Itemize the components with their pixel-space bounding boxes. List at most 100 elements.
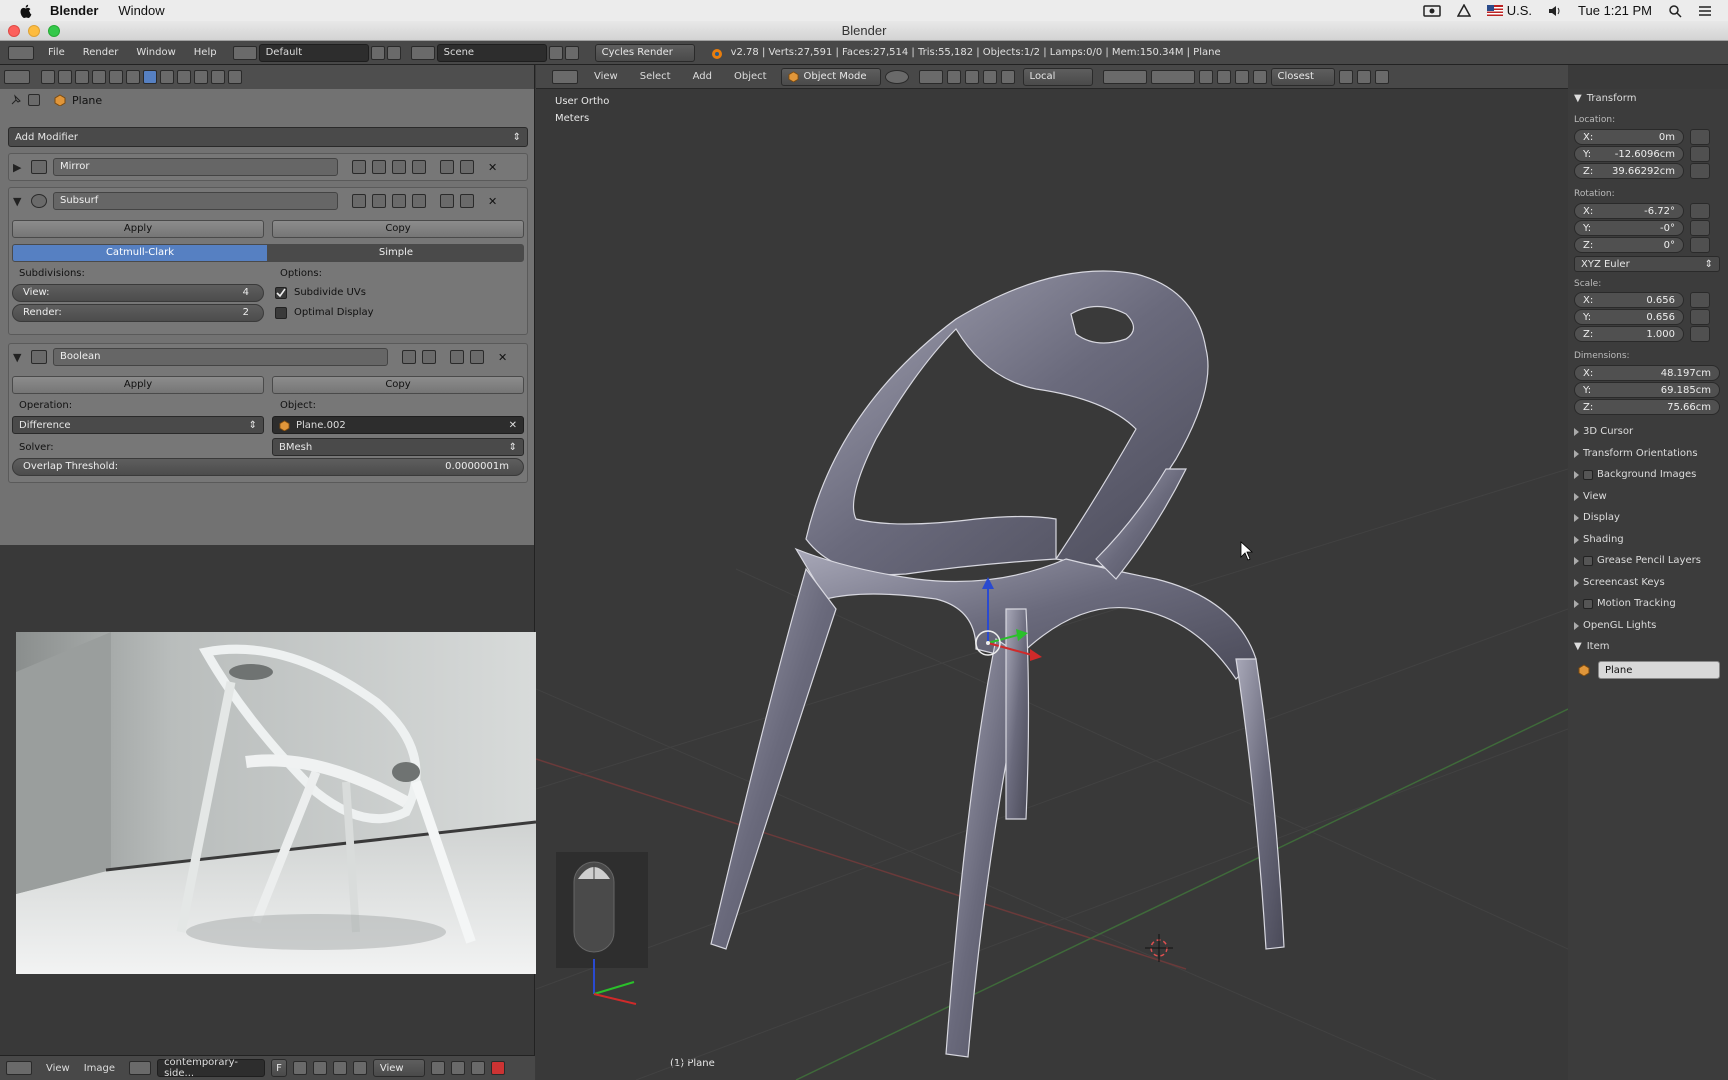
transform-panel-header[interactable]: ▼ Transform (1574, 93, 1636, 104)
notification-center-icon[interactable] (1698, 5, 1712, 17)
location-x-field[interactable]: X: 0m (1574, 129, 1684, 145)
material-tab-icon[interactable] (177, 70, 191, 84)
motion-tracking-checkbox[interactable] (1583, 598, 1593, 609)
browse-image-icon[interactable] (129, 1061, 152, 1075)
delete-modifier-icon[interactable]: ✕ (498, 351, 507, 364)
collapse-arrow-icon[interactable]: ▼ (13, 351, 25, 364)
layers-grid-2-icon[interactable] (1150, 69, 1195, 84)
volume-icon[interactable] (1548, 4, 1562, 18)
panel-display[interactable]: Display (1574, 512, 1620, 523)
scale-z-field[interactable]: Z: 1.000 (1574, 326, 1684, 342)
delete-modifier-icon[interactable]: ✕ (488, 161, 497, 174)
remove-layout-icon[interactable] (386, 45, 401, 60)
pivot-point-icon[interactable] (918, 69, 943, 84)
render-layers-tab-icon[interactable] (58, 70, 72, 84)
menu-window[interactable]: Window (136, 47, 175, 58)
lock-rotation-x-icon[interactable] (1690, 203, 1710, 219)
add-scene-icon[interactable] (548, 45, 563, 60)
add-modifier-dropdown[interactable]: Add Modifier ⇕ (8, 127, 528, 147)
scale-y-field[interactable]: Y: 0.656 (1574, 309, 1684, 325)
subdivide-uvs-checkbox[interactable] (275, 287, 287, 299)
remove-scene-icon[interactable] (564, 45, 579, 60)
background-images-checkbox[interactable] (1583, 469, 1593, 480)
input-source-menu[interactable]: U.S. (1486, 3, 1532, 18)
image-view-select[interactable]: View (372, 1059, 425, 1077)
scene-field[interactable]: Scene (436, 43, 547, 62)
dimensions-z-field[interactable]: Z: 75.66cm (1574, 399, 1720, 415)
object-field[interactable]: Plane.002 ✕ (272, 416, 524, 434)
image-menu-view[interactable]: View (46, 1063, 70, 1074)
render-preview-icon[interactable] (1338, 69, 1353, 84)
uv-sync-icon[interactable] (430, 1061, 445, 1075)
render-levels-field[interactable]: Render: 2 (12, 304, 264, 322)
opengl-anim-icon[interactable] (1374, 69, 1389, 84)
lock-location-z-icon[interactable] (1690, 163, 1710, 179)
render-tab-icon[interactable] (41, 70, 55, 84)
delete-modifier-icon[interactable]: ✕ (488, 195, 497, 208)
menu-window[interactable]: Window (118, 3, 164, 18)
lock-rotation-y-icon[interactable] (1690, 220, 1710, 236)
item-name-field[interactable]: Plane (1598, 661, 1720, 679)
viewport-toggle-icon[interactable] (372, 160, 386, 174)
panel-view[interactable]: View (1574, 491, 1607, 502)
scale-icon[interactable] (1000, 69, 1015, 84)
unlink-image-icon[interactable] (332, 1061, 347, 1075)
catmull-clark-button[interactable]: Catmull-Clark (12, 244, 268, 262)
world-tab-icon[interactable] (92, 70, 106, 84)
apple-icon[interactable] (18, 3, 34, 19)
image-menu-image[interactable]: Image (84, 1063, 115, 1074)
viewport-menu-object[interactable]: Object (734, 71, 767, 82)
zoom-window-button[interactable] (48, 25, 60, 37)
boolean-modifier-name[interactable]: Boolean (53, 348, 388, 366)
manipulator-toggle-icon[interactable] (946, 69, 961, 84)
image-name-field[interactable]: contemporary-side... (157, 1057, 266, 1079)
move-down-icon[interactable] (470, 350, 484, 364)
clear-field-icon[interactable]: ✕ (509, 420, 517, 431)
subsurf-apply-button[interactable]: Apply (12, 220, 264, 238)
move-down-icon[interactable] (460, 160, 474, 174)
snap-toggle-icon[interactable] (1234, 69, 1249, 84)
optimal-display-checkbox[interactable] (275, 307, 287, 319)
viewport-toggle-icon[interactable] (372, 194, 386, 208)
lock-scale-z-icon[interactable] (1690, 326, 1710, 342)
rotation-x-field[interactable]: X: -6.72° (1574, 203, 1684, 219)
open-image-icon[interactable] (312, 1061, 327, 1075)
dimensions-y-field[interactable]: Y: 69.185cm (1574, 382, 1720, 398)
lock-location-x-icon[interactable] (1690, 129, 1710, 145)
app-menu[interactable]: Blender (50, 3, 98, 18)
viewport-shading-icon[interactable] (884, 69, 909, 84)
modifiers-tab-icon[interactable] (143, 70, 157, 84)
editor-type-properties-icon[interactable] (4, 70, 30, 84)
particles-tab-icon[interactable] (211, 70, 225, 84)
editmode-toggle-icon[interactable] (392, 160, 406, 174)
move-up-icon[interactable] (440, 194, 454, 208)
record-icon[interactable] (490, 1061, 505, 1075)
screen-layout-icon[interactable] (232, 45, 257, 60)
grease-pencil-checkbox[interactable] (1583, 555, 1593, 566)
physics-tab-icon[interactable] (228, 70, 242, 84)
scene-tab-icon[interactable] (75, 70, 89, 84)
render-engine-select[interactable]: Cycles Render (594, 43, 695, 62)
data-tab-icon[interactable] (160, 70, 174, 84)
scale-x-field[interactable]: X: 0.656 (1574, 292, 1684, 308)
layers-grid-icon[interactable] (1102, 69, 1147, 84)
panel-shading[interactable]: Shading (1574, 534, 1624, 545)
move-up-icon[interactable] (450, 350, 464, 364)
panel-motion-tracking[interactable]: Motion Tracking (1574, 598, 1676, 609)
viewport-menu-select[interactable]: Select (640, 71, 671, 82)
dimensions-x-field[interactable]: X: 48.197cm (1574, 365, 1720, 381)
lock-location-y-icon[interactable] (1690, 146, 1710, 162)
scopes-icon[interactable] (470, 1061, 485, 1075)
location-z-field[interactable]: Z: 39.66292cm (1574, 163, 1684, 179)
cage-toggle-icon[interactable] (412, 194, 426, 208)
editor-type-info-icon[interactable] (8, 45, 34, 60)
subsurf-modifier-name[interactable]: Subsurf (53, 192, 338, 210)
rotation-z-field[interactable]: Z: 0° (1574, 237, 1684, 253)
editmode-toggle-icon[interactable] (392, 194, 406, 208)
add-layout-icon[interactable] (370, 45, 385, 60)
drive-icon[interactable] (1456, 3, 1471, 18)
menu-file[interactable]: File (48, 47, 65, 58)
move-down-icon[interactable] (460, 194, 474, 208)
3d-viewport[interactable]: View Select Add Object Object Mode Local… (536, 65, 1568, 1080)
snap-target-select[interactable]: Closest (1270, 67, 1335, 86)
